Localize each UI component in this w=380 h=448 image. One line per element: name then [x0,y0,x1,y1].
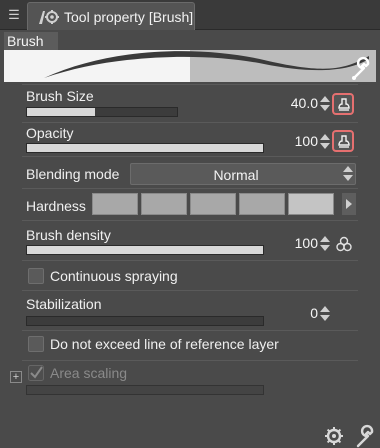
brush-density-spinner[interactable] [320,235,330,253]
hardness-preset-5[interactable] [288,193,334,215]
hardness-preset-1[interactable] [92,193,138,215]
dynamics-icon[interactable] [335,235,353,253]
stabilization-spinner[interactable] [320,305,330,323]
brush-density-slider-fill [27,246,263,254]
reference-layer-checkbox[interactable] [28,336,44,352]
hardness-label: Hardness [26,198,86,214]
blending-mode-value: Normal [213,167,259,183]
brush-preview: Brush [4,32,376,82]
brush-density-value[interactable]: 100 [262,235,318,251]
opacity-slider-fill [27,144,263,152]
brush-density-label: Brush density [26,227,111,243]
hardness-preset-3[interactable] [190,193,236,215]
expand-icon[interactable]: + [10,371,22,383]
area-scaling-label: Area scaling [50,365,128,381]
opacity-label: Opacity [26,125,74,141]
hardness-preset-4[interactable] [239,193,285,215]
area-scaling-row: Area scaling [22,360,358,400]
tab-bar: ☰ Tool property [Brush] [0,0,380,30]
reference-layer-label: Do not exceed line of reference layer [50,336,279,352]
stabilization-label: Stabilization [26,296,102,312]
tab-title: Tool property [Brush] [64,9,194,25]
pressure-settings-button[interactable] [332,130,354,152]
stabilization-value[interactable]: 0 [262,305,318,321]
brush-size-slider[interactable] [26,107,178,117]
area-scaling-slider [26,385,264,395]
brush-density-slider[interactable] [26,245,264,255]
opacity-slider[interactable] [26,143,264,153]
wrench-icon[interactable] [356,424,374,448]
brush-size-value[interactable]: 40.0 [262,95,318,111]
hardness-row: Hardness [22,188,358,220]
tool-settings-icons [325,424,374,448]
tab-tool-property[interactable]: Tool property [Brush] [27,2,195,30]
blending-mode-row: Blending mode Normal [22,156,358,188]
continuous-spraying-row: Continuous spraying [22,260,358,290]
brush-size-label: Brush Size [26,88,94,104]
hardness-preset-2[interactable] [141,193,187,215]
brush-size-spinner[interactable] [320,95,330,113]
brush-size-row: Brush Size 40.0 [22,84,358,122]
blending-mode-dropdown[interactable]: Normal [130,163,356,185]
pressure-icon [338,135,350,148]
brush-size-slider-fill [27,108,95,116]
continuous-spraying-checkbox[interactable] [28,268,44,284]
brush-density-row: Brush density 100 [22,220,358,260]
stabilization-row: Stabilization 0 [22,290,358,330]
continuous-spraying-label: Continuous spraying [50,268,178,284]
opacity-spinner[interactable] [320,133,330,151]
panel-menu-icon[interactable]: ☰ [4,6,24,24]
pressure-settings-button[interactable] [332,93,354,115]
blending-mode-label: Blending mode [26,166,120,182]
properties-panel: Brush Size 40.0 Opacity 100 Blending mod… [4,84,376,448]
tool-property-icon [39,10,59,24]
reference-layer-row: Do not exceed line of reference layer [22,330,358,360]
dropdown-arrows-icon [343,165,353,183]
preview-label: Brush [7,33,44,49]
brush-stroke-preview [4,50,376,82]
stabilization-slider[interactable] [26,316,264,326]
area-scaling-checkbox [28,365,44,381]
preview-header: Brush [4,32,58,50]
opacity-value[interactable]: 100 [262,133,318,149]
gear-icon[interactable] [325,427,343,445]
wrench-icon[interactable] [348,56,374,82]
pressure-icon [338,98,350,111]
hardness-next-icon[interactable] [342,193,356,215]
